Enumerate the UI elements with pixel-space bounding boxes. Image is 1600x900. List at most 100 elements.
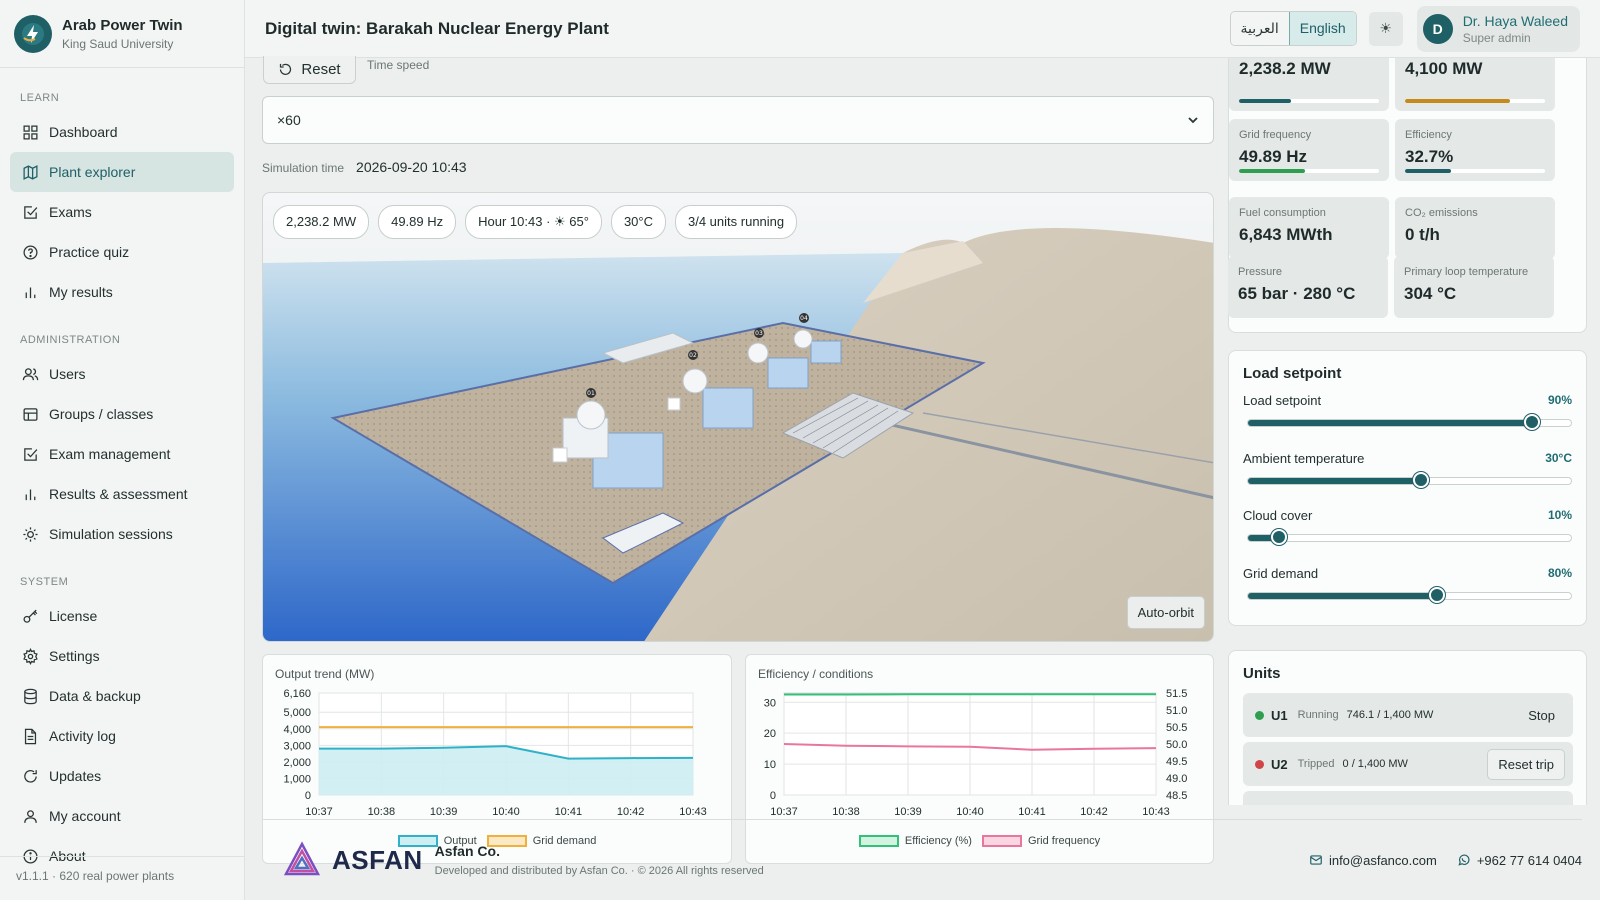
y-tick-label: 3,000 xyxy=(283,740,311,752)
sidebar-item-data-backup[interactable]: Data & backup xyxy=(10,676,234,716)
brand[interactable]: Arab Power Twin King Saud University xyxy=(0,0,244,68)
sidebar-item-label: Results & assessment xyxy=(49,486,188,502)
slider-track[interactable] xyxy=(1247,534,1572,542)
x-tick-label: 10:37 xyxy=(770,806,798,818)
lang-arabic-button[interactable]: العربية xyxy=(1230,12,1289,45)
slider-handle[interactable] xyxy=(1429,587,1446,603)
phone-link[interactable]: +962 77 614 0404 xyxy=(1457,853,1582,868)
user-name: Dr. Haya Waleed xyxy=(1462,12,1568,29)
slider-fill xyxy=(1248,478,1426,484)
kpi-label: Efficiency xyxy=(1405,129,1452,141)
sidebar-item-practice-quiz[interactable]: Practice quiz xyxy=(10,232,234,272)
sidebar-item-label: Practice quiz xyxy=(49,244,130,260)
y-tick-label-left: 0 xyxy=(770,790,776,802)
auto-orbit-button[interactable]: Auto-orbit xyxy=(1126,596,1205,629)
sidebar-item-plant-explorer[interactable]: Plant explorer xyxy=(10,152,234,192)
slider-handle[interactable] xyxy=(1270,529,1287,545)
page-title: Digital twin: Barakah Nuclear Energy Pla… xyxy=(265,18,609,38)
reset-label: Reset xyxy=(301,61,341,78)
kpi-bar-fill xyxy=(1239,169,1305,173)
kpi-value: 6,843 MWth xyxy=(1239,225,1333,244)
kpi-primary-loop-temperature: Primary loop temperature 304 °C xyxy=(1394,256,1554,318)
sidebar-item-my-results[interactable]: My results xyxy=(10,272,234,312)
sidebar-item-label: Users xyxy=(49,366,86,382)
slider-value: 30°C xyxy=(1545,451,1572,465)
kpi-label: Fuel consumption xyxy=(1239,207,1326,219)
whatsapp-icon xyxy=(1458,854,1470,866)
slider-track[interactable] xyxy=(1247,477,1572,485)
y-tick-label-right: 51.0 xyxy=(1166,705,1187,717)
y-tick-label-left: 10 xyxy=(764,759,776,771)
slider-grid-demand: Grid demand 80% xyxy=(1243,566,1572,616)
top-header: Digital twin: Barakah Nuclear Energy Pla… xyxy=(245,0,1600,58)
gear-icon xyxy=(23,647,38,665)
kpi-grid-frequency: Grid frequency 49.89 Hz xyxy=(1229,119,1389,181)
checkbox-icon xyxy=(24,447,38,461)
sidebar-item-users[interactable]: Users xyxy=(10,354,234,394)
sidebar-item-settings[interactable]: Settings xyxy=(10,636,234,676)
question-icon xyxy=(23,244,38,260)
kpi-co2-emissions: CO₂ emissions 0 t/h xyxy=(1395,197,1555,259)
slider-value: 80% xyxy=(1547,566,1572,580)
bolt-logo-icon xyxy=(14,14,52,53)
unit-status: Running xyxy=(1297,709,1339,721)
kpi-pressure: Pressure 65 bar · 280 °C xyxy=(1228,256,1388,318)
unit-row-u1: U1 Running 746.1 / 1,400 MW Stop xyxy=(1243,693,1573,737)
phone-text: +962 77 614 0404 xyxy=(1476,852,1582,868)
user-menu[interactable]: D Dr. Haya Waleed Super admin xyxy=(1416,5,1580,52)
user-icon xyxy=(24,809,37,823)
avatar: D xyxy=(1422,13,1453,44)
x-tick-label: 10:42 xyxy=(617,806,645,818)
x-tick-label: 10:39 xyxy=(430,806,458,818)
nav-section-system: SYSTEM xyxy=(20,576,69,588)
unit-tag-2: 02 xyxy=(689,352,697,359)
sidebar-item-my-account[interactable]: My account xyxy=(10,796,234,836)
slider-track[interactable] xyxy=(1247,592,1572,600)
slider-label: Grid demand xyxy=(1243,566,1319,581)
sidebar-item-updates[interactable]: Updates xyxy=(10,756,234,796)
reset-button[interactable]: Reset xyxy=(263,56,356,84)
x-tick-label: 10:39 xyxy=(894,806,922,818)
kpi-output: 2,238.2 MW xyxy=(1229,58,1389,111)
slider-label: Load setpoint xyxy=(1243,393,1322,408)
sidebar-item-exams[interactable]: Exams xyxy=(10,192,234,232)
status-pills: 2,238.2 MW 49.89 Hz Hour 10:43 · ☀ 65° 3… xyxy=(273,205,806,239)
y-tick-label-right: 50.0 xyxy=(1166,739,1187,751)
sidebar-item-exam-management[interactable]: Exam management xyxy=(10,434,234,474)
sidebar-item-license[interactable]: License xyxy=(10,596,234,636)
stop-unit-button[interactable]: Stop xyxy=(1518,701,1565,730)
slider-handle[interactable] xyxy=(1524,414,1541,430)
slider-label: Ambient temperature xyxy=(1243,451,1365,466)
sidebar-item-dashboard[interactable]: Dashboard xyxy=(10,112,234,152)
y-tick-label: 2,000 xyxy=(283,757,311,769)
lang-english-button[interactable]: English xyxy=(1288,12,1356,45)
slider-value: 90% xyxy=(1547,393,1572,407)
slider-track[interactable] xyxy=(1247,419,1572,427)
theme-toggle-sun-icon[interactable]: ☀ xyxy=(1368,11,1403,46)
grid-icon xyxy=(23,124,38,140)
simulation-time-label: Simulation time xyxy=(262,161,345,175)
sidebar-item-activity-log[interactable]: Activity log xyxy=(10,716,234,756)
unit-tag-3: 03 xyxy=(755,330,763,337)
reset-trip-button[interactable]: Reset trip xyxy=(1487,748,1565,780)
slider-fill xyxy=(1248,420,1539,426)
y-tick-label-left: 30 xyxy=(764,697,776,709)
slider-handle[interactable] xyxy=(1413,472,1430,488)
kpi-value: 2,238.2 MW xyxy=(1239,59,1331,78)
x-tick-label: 10:43 xyxy=(1142,806,1170,818)
plant-3d-viewport[interactable]: 01 02 03 04 2,238.2 MW 49.89 Hz Hour 10:… xyxy=(262,192,1214,642)
sidebar-item-simulation-sessions[interactable]: Simulation sessions xyxy=(10,514,234,554)
kpi-label: Pressure xyxy=(1238,266,1283,278)
kpi-value: 32.7% xyxy=(1405,147,1454,166)
y-tick-label-right: 49.0 xyxy=(1166,773,1187,785)
sidebar-item-groups-classes[interactable]: Groups / classes xyxy=(10,394,234,434)
slider-label: Cloud cover xyxy=(1243,508,1313,523)
time-speed-select[interactable]: ×60 xyxy=(262,96,1214,144)
email-link[interactable]: info@asfanco.com xyxy=(1309,853,1437,868)
sidebar-item-label: Activity log xyxy=(49,728,116,744)
sidebar-item-label: My results xyxy=(49,284,113,300)
kpi-efficiency: Efficiency 32.7% xyxy=(1395,119,1555,181)
sidebar-item-label: Groups / classes xyxy=(49,406,154,422)
sidebar-item-results-assessment[interactable]: Results & assessment xyxy=(10,474,234,514)
mail-icon xyxy=(1310,855,1322,865)
